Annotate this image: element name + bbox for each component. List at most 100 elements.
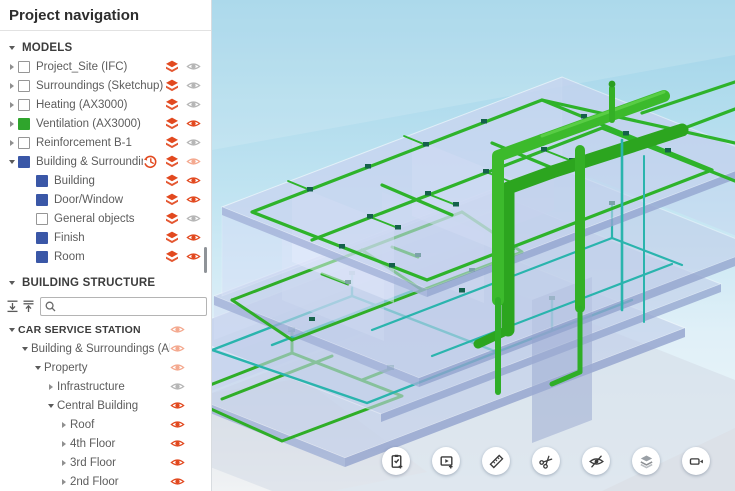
- eye-icon[interactable]: [186, 156, 201, 167]
- model-row[interactable]: General objects: [0, 209, 211, 228]
- sidebar-scrollbar[interactable]: [204, 247, 207, 273]
- layers-icon[interactable]: [165, 136, 179, 149]
- chevron-down-icon[interactable]: [6, 160, 18, 164]
- model-visibility-checkbox[interactable]: [36, 251, 48, 263]
- expand-all-button[interactable]: [22, 298, 35, 314]
- hide-objects-button[interactable]: [582, 447, 610, 475]
- chevron-right-icon[interactable]: [58, 460, 70, 466]
- tree-row[interactable]: 2nd Floor: [0, 472, 211, 491]
- eye-icon[interactable]: [186, 61, 201, 72]
- layers-icon[interactable]: [165, 60, 179, 73]
- layers-icon[interactable]: [165, 212, 179, 225]
- eye-icon[interactable]: [186, 232, 201, 243]
- chevron-right-icon[interactable]: [6, 121, 18, 127]
- structure-search-input[interactable]: [56, 300, 202, 312]
- eye-icon[interactable]: [170, 400, 185, 411]
- collapse-arrow-icon[interactable]: [6, 281, 18, 285]
- model-visibility-checkbox[interactable]: [36, 194, 48, 206]
- model-visibility-checkbox[interactable]: [36, 213, 48, 225]
- model-row[interactable]: Building: [0, 171, 211, 190]
- tree-row[interactable]: Building & Surroundings (Allplan): [0, 339, 211, 358]
- camera-button[interactable]: [682, 447, 710, 475]
- eye-icon[interactable]: [170, 362, 185, 373]
- measure-button[interactable]: [482, 447, 510, 475]
- chevron-down-icon[interactable]: [32, 366, 44, 370]
- structure-section-header[interactable]: BUILDING STRUCTURE: [0, 274, 211, 292]
- chevron-right-icon[interactable]: [58, 422, 70, 428]
- model-row[interactable]: Room: [0, 247, 211, 266]
- model-row[interactable]: Finish: [0, 228, 211, 247]
- model-row[interactable]: Reinforcement B-1: [0, 133, 211, 152]
- collapse-all-button[interactable]: [6, 298, 19, 314]
- clip-section-button[interactable]: [532, 447, 560, 475]
- tree-row[interactable]: Infrastructure: [0, 377, 211, 396]
- tree-node-label: 4th Floor: [70, 438, 170, 450]
- chevron-right-icon[interactable]: [6, 140, 18, 146]
- model-row[interactable]: Project_Site (IFC): [0, 57, 211, 76]
- viewport-3d[interactable]: [212, 0, 735, 491]
- tree-node-label: Infrastructure: [57, 381, 170, 393]
- layers-icon[interactable]: [165, 155, 179, 168]
- tree-row[interactable]: CAR SERVICE STATION: [0, 320, 211, 339]
- tree-row[interactable]: Roof: [0, 415, 211, 434]
- model-visibility-checkbox[interactable]: [18, 61, 30, 73]
- chevron-right-icon[interactable]: [6, 64, 18, 70]
- eye-icon[interactable]: [186, 99, 201, 110]
- chevron-right-icon[interactable]: [6, 102, 18, 108]
- eye-icon[interactable]: [170, 381, 185, 392]
- eye-icon[interactable]: [186, 251, 201, 262]
- model-visibility-checkbox[interactable]: [18, 118, 30, 130]
- model-visibility-checkbox[interactable]: [18, 137, 30, 149]
- model-visibility-checkbox[interactable]: [18, 80, 30, 92]
- model-visibility-checkbox[interactable]: [18, 99, 30, 111]
- eye-icon[interactable]: [170, 324, 185, 335]
- tree-node-label: Building & Surroundings (Allplan): [31, 343, 170, 355]
- model-label: Heating (AX3000): [36, 99, 165, 111]
- tree-row[interactable]: 4th Floor: [0, 434, 211, 453]
- model-row[interactable]: Ventilation (AX3000): [0, 114, 211, 133]
- layers-icon[interactable]: [165, 98, 179, 111]
- layers-icon[interactable]: [165, 174, 179, 187]
- eye-icon[interactable]: [170, 476, 185, 487]
- layers-icon[interactable]: [165, 117, 179, 130]
- eye-icon[interactable]: [186, 118, 201, 129]
- layers-button[interactable]: [632, 447, 660, 475]
- add-issue-button[interactable]: [382, 447, 410, 475]
- chevron-right-icon[interactable]: [58, 441, 70, 447]
- add-slide-button[interactable]: [432, 447, 460, 475]
- eye-icon[interactable]: [186, 213, 201, 224]
- eye-icon[interactable]: [186, 137, 201, 148]
- chevron-right-icon[interactable]: [45, 384, 57, 390]
- eye-icon[interactable]: [186, 194, 201, 205]
- chevron-down-icon[interactable]: [45, 404, 57, 408]
- model-visibility-checkbox[interactable]: [36, 175, 48, 187]
- chevron-down-icon[interactable]: [19, 347, 31, 351]
- collapse-arrow-icon[interactable]: [6, 46, 18, 50]
- chevron-down-icon[interactable]: [6, 328, 18, 332]
- model-label: Ventilation (AX3000): [36, 118, 165, 130]
- tree-row[interactable]: 3rd Floor: [0, 453, 211, 472]
- model-visibility-checkbox[interactable]: [36, 232, 48, 244]
- eye-icon[interactable]: [170, 343, 185, 354]
- eye-icon[interactable]: [170, 419, 185, 430]
- chevron-right-icon[interactable]: [6, 83, 18, 89]
- eye-icon[interactable]: [170, 438, 185, 449]
- model-row[interactable]: Surroundings (Sketchup): [0, 76, 211, 95]
- chevron-right-icon[interactable]: [58, 479, 70, 485]
- model-row[interactable]: Heating (AX3000): [0, 95, 211, 114]
- history-icon[interactable]: [143, 155, 158, 169]
- eye-icon[interactable]: [186, 175, 201, 186]
- layers-icon[interactable]: [165, 79, 179, 92]
- eye-icon[interactable]: [186, 80, 201, 91]
- layers-icon[interactable]: [165, 231, 179, 244]
- tree-row[interactable]: Central Building: [0, 396, 211, 415]
- tree-row[interactable]: Property: [0, 358, 211, 377]
- model-row[interactable]: Building & Surroundings (...: [0, 152, 211, 171]
- model-label: Room: [54, 251, 165, 263]
- layers-icon[interactable]: [165, 250, 179, 263]
- model-row[interactable]: Door/Window: [0, 190, 211, 209]
- layers-icon[interactable]: [165, 193, 179, 206]
- models-section-header[interactable]: MODELS: [0, 39, 211, 57]
- model-visibility-checkbox[interactable]: [18, 156, 30, 168]
- eye-icon[interactable]: [170, 457, 185, 468]
